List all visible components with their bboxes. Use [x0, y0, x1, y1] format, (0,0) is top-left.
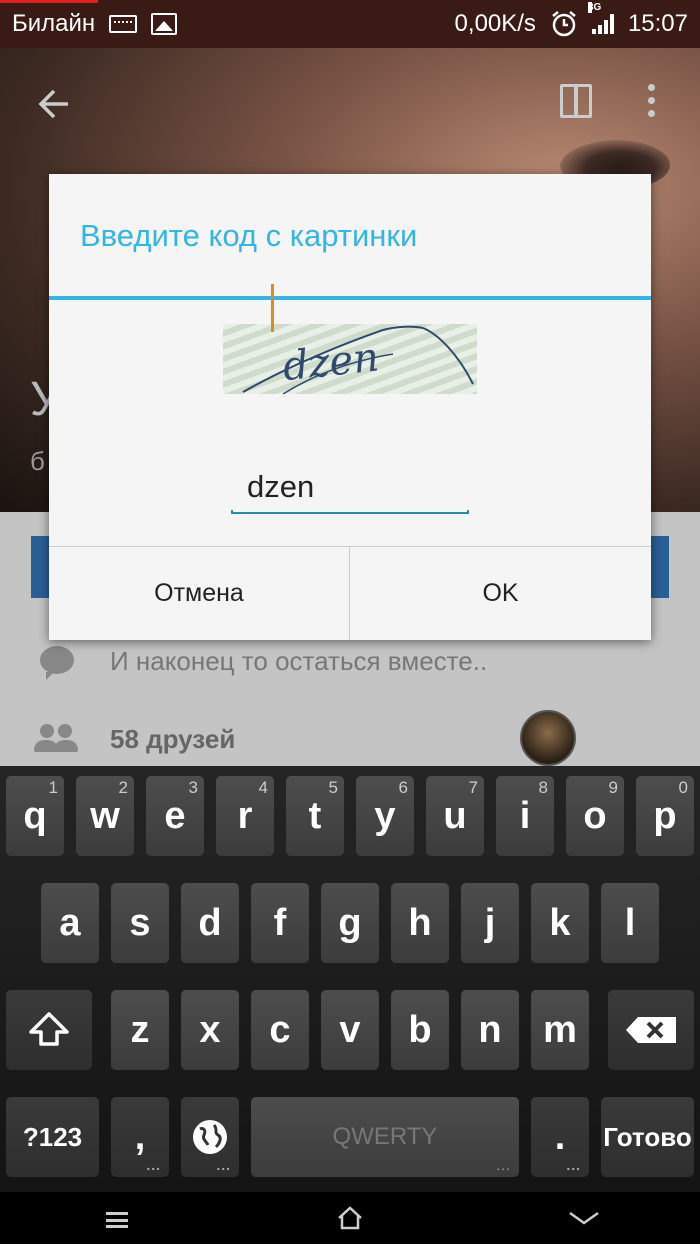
key-g[interactable]: g: [321, 883, 379, 963]
key-e[interactable]: e3: [146, 776, 204, 856]
shift-icon: [29, 1012, 69, 1046]
key-k[interactable]: k: [531, 883, 589, 963]
key-j[interactable]: j: [461, 883, 519, 963]
friends-icon: [34, 722, 78, 752]
ok-button[interactable]: OK: [350, 547, 651, 640]
key-p[interactable]: p0: [636, 776, 694, 856]
menu-icon[interactable]: [106, 1212, 128, 1228]
home-icon[interactable]: [337, 1206, 363, 1230]
symbols-key[interactable]: ?123: [6, 1097, 99, 1177]
key-h[interactable]: h: [391, 883, 449, 963]
key-l[interactable]: l: [601, 883, 659, 963]
status-chat-icon: [40, 646, 74, 680]
language-key[interactable]: ...: [181, 1097, 239, 1177]
friend-avatar[interactable]: [520, 710, 576, 766]
key-f[interactable]: f: [251, 883, 309, 963]
captcha-dialog: Введите код с картинки dzen Отмена OK: [49, 174, 651, 640]
gift-icon[interactable]: [560, 84, 592, 118]
key-y[interactable]: y6: [356, 776, 414, 856]
profile-subtitle: б: [30, 446, 45, 476]
key-s[interactable]: s: [111, 883, 169, 963]
space-key[interactable]: QWERTY...: [251, 1097, 519, 1177]
dialog-title-divider: [49, 296, 651, 300]
done-key[interactable]: Готово: [601, 1097, 694, 1177]
signal-icon: 3G: [587, 2, 614, 34]
backspace-key[interactable]: [608, 990, 694, 1070]
key-o[interactable]: o9: [566, 776, 624, 856]
network-speed: 0,00K/s: [454, 10, 536, 37]
key-t[interactable]: t5: [286, 776, 344, 856]
period-key[interactable]: ....: [531, 1097, 589, 1177]
key-z[interactable]: z: [111, 990, 169, 1070]
clock: 15:07: [627, 10, 688, 37]
key-c[interactable]: c: [251, 990, 309, 1070]
key-x[interactable]: x: [181, 990, 239, 1070]
key-u[interactable]: u7: [426, 776, 484, 856]
key-q[interactable]: q1: [6, 776, 64, 856]
cancel-button[interactable]: Отмена: [49, 547, 349, 640]
status-bar: Билайн 0,00K/s 3G 15:07: [0, 0, 700, 48]
input-underline: [231, 510, 469, 514]
keyboard-icon: [109, 15, 138, 33]
key-i[interactable]: i8: [496, 776, 554, 856]
key-m[interactable]: m: [531, 990, 589, 1070]
key-w[interactable]: w2: [76, 776, 134, 856]
carrier-name: Билайн: [12, 10, 96, 37]
friends-count[interactable]: 58 друзей: [110, 724, 235, 755]
shift-key[interactable]: [6, 990, 92, 1070]
text-cursor: [271, 284, 274, 332]
backspace-icon: [626, 1017, 676, 1043]
image-icon: [151, 13, 178, 35]
key-r[interactable]: r4: [216, 776, 274, 856]
status-progress-line: [0, 0, 98, 3]
key-b[interactable]: b: [391, 990, 449, 1070]
network-type: 3G: [587, 2, 602, 13]
captcha-code-input[interactable]: [231, 460, 469, 514]
dialog-title: Введите код с картинки: [80, 218, 418, 253]
key-n[interactable]: n: [461, 990, 519, 1070]
profile-status-text: И наконец то остаться вместе..: [110, 646, 488, 676]
back-arrow-icon[interactable]: [36, 86, 72, 132]
captcha-image: dzen: [223, 324, 477, 394]
captcha-text: dzen: [281, 334, 381, 390]
comma-key[interactable]: ,...: [111, 1097, 169, 1177]
key-a[interactable]: a: [41, 883, 99, 963]
soft-keyboard: q1 w2 e3 r4 t5 y6 u7 i8 o9 p0 a s d f g …: [0, 766, 700, 1192]
more-options-icon[interactable]: [648, 84, 656, 117]
key-v[interactable]: v: [321, 990, 379, 1070]
globe-icon: [193, 1120, 227, 1154]
key-d[interactable]: d: [181, 883, 239, 963]
hide-keyboard-icon[interactable]: [568, 1210, 600, 1226]
alarm-icon: [552, 11, 576, 37]
